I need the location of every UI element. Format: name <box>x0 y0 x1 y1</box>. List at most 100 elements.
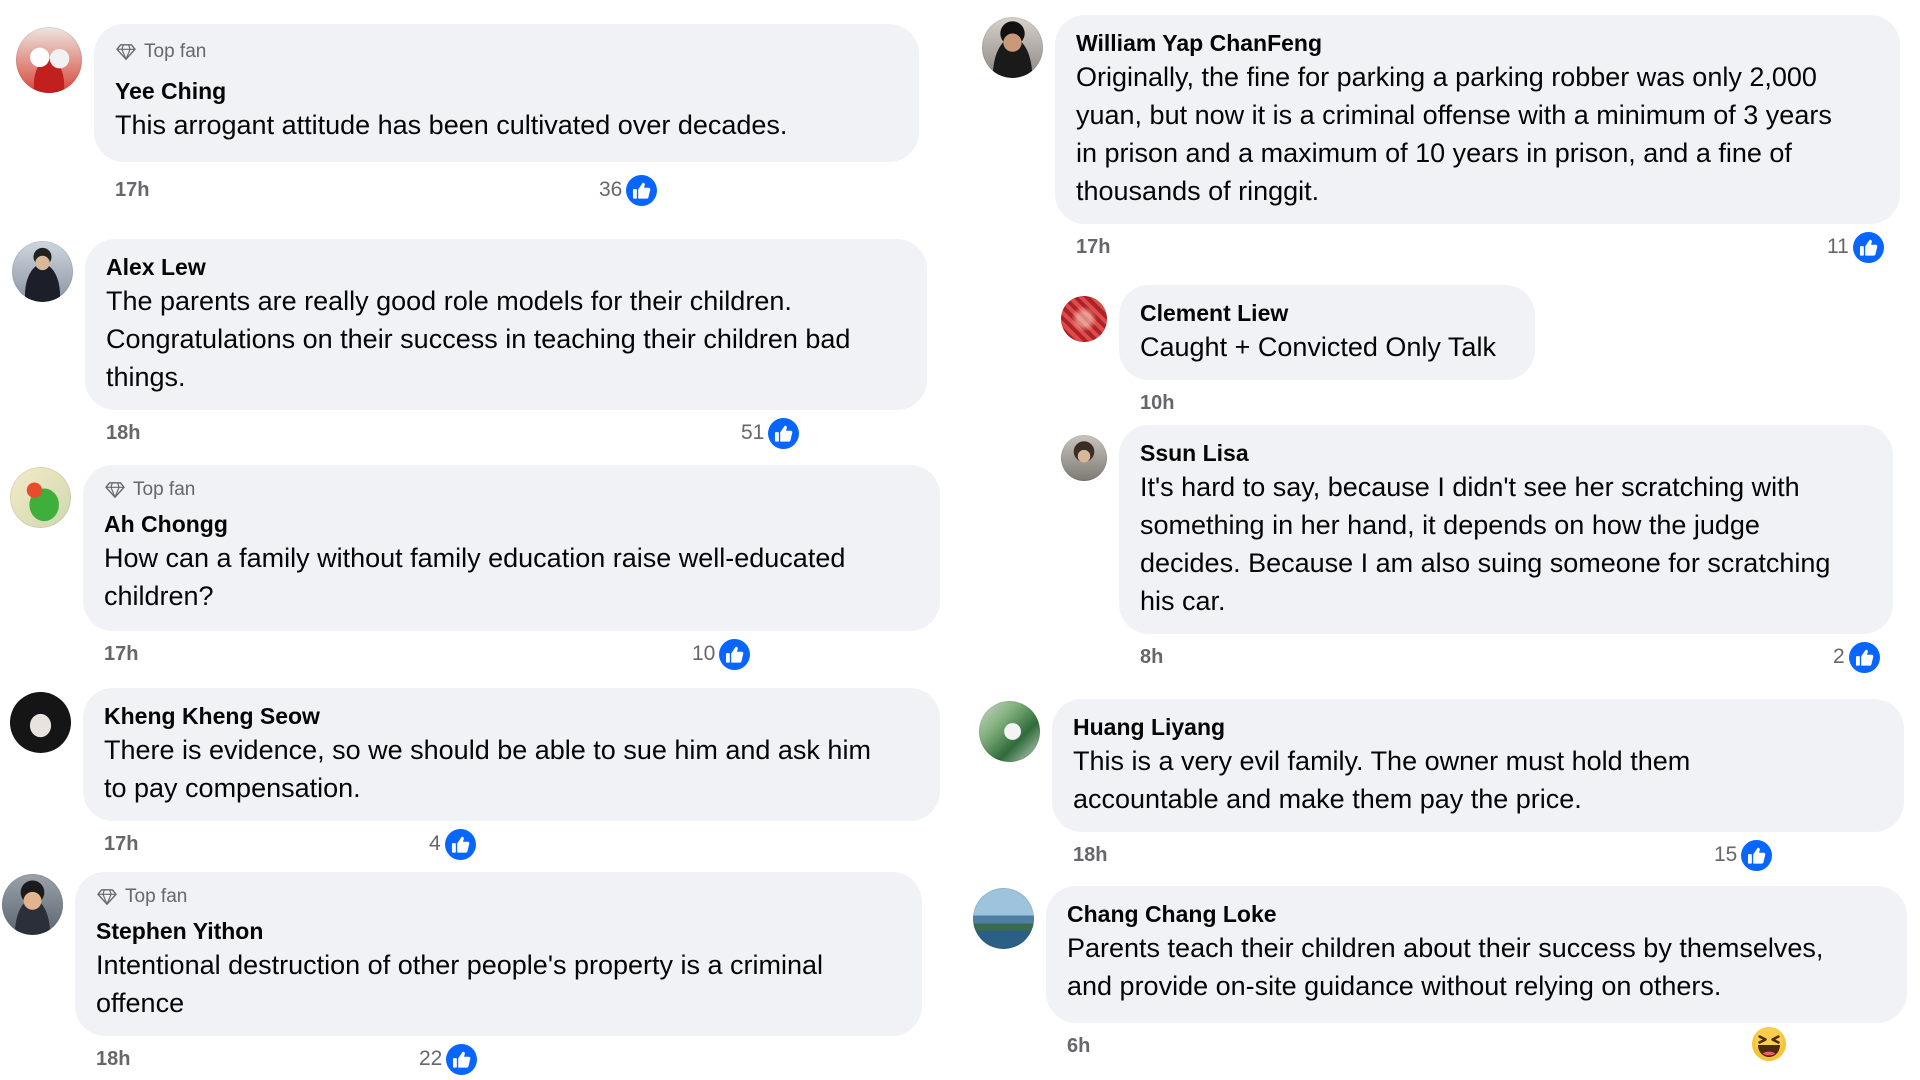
comment-bubble: Top fan Ah Chongg How can a family witho… <box>83 465 940 631</box>
avatar[interactable] <box>1061 435 1107 481</box>
comment-text-line: accountable and make them pay the price. <box>1073 784 1582 814</box>
comment-bubble: Ssun Lisa It's hard to say, because I di… <box>1119 425 1893 634</box>
comment: Kheng Kheng Seow There is evidence, so w… <box>10 688 940 860</box>
author-name[interactable]: Yee Ching <box>115 76 898 106</box>
top-fan-icon <box>104 481 126 499</box>
comment-body: Huang Liyang This is a very evil family.… <box>1052 699 1904 871</box>
like-icon <box>1852 231 1884 263</box>
author-name[interactable]: Clement Liew <box>1140 298 1514 328</box>
timestamp-link[interactable]: 6h <box>1067 1032 1090 1060</box>
comment-text: It's hard to say, because I didn't see h… <box>1140 468 1872 620</box>
comment-body: Alex Lew The parents are really good rol… <box>85 239 927 449</box>
comment-text-line: yuan, but now it is a criminal offense w… <box>1076 100 1832 130</box>
avatar[interactable] <box>10 467 71 528</box>
reaction-summary[interactable]: 36 <box>599 174 658 206</box>
timestamp-link[interactable]: 17h <box>115 176 149 204</box>
comment-body: Top fan Yee Ching This arrogant attitude… <box>94 24 919 206</box>
reaction-count: 4 <box>429 832 441 855</box>
comment: Top fan Stephen Yithon Intentional destr… <box>2 872 922 1075</box>
avatar[interactable] <box>2 874 63 935</box>
comment-meta: 17h 36 <box>94 174 919 206</box>
reaction-count: 22 <box>419 1047 443 1070</box>
comment-body: Top fan Stephen Yithon Intentional destr… <box>75 872 922 1075</box>
author-name[interactable]: Kheng Kheng Seow <box>104 701 919 731</box>
timestamp-link[interactable]: 8h <box>1140 643 1163 671</box>
comment-text-line: This is a very evil family. The owner mu… <box>1073 746 1691 776</box>
reaction-summary[interactable]: 51 <box>741 417 800 449</box>
avatar[interactable] <box>1061 296 1107 342</box>
badge-label: Top fan <box>133 479 196 500</box>
avatar[interactable] <box>10 692 71 753</box>
comment-meta: 17h 4 <box>83 828 940 860</box>
timestamp-link[interactable]: 17h <box>1076 233 1110 261</box>
comment: Top fan Yee Ching This arrogant attitude… <box>16 24 919 206</box>
reaction-summary[interactable] <box>1751 1026 1787 1062</box>
avatar[interactable] <box>979 701 1040 762</box>
reaction-count: 15 <box>1714 843 1738 866</box>
comment-bubble: Kheng Kheng Seow There is evidence, so w… <box>83 688 940 821</box>
timestamp-link[interactable]: 18h <box>106 419 140 447</box>
comment: Top fan Ah Chongg How can a family witho… <box>10 465 940 670</box>
timestamp-link[interactable]: 18h <box>1073 841 1107 869</box>
comment-text-line: The parents are really good role models … <box>106 286 792 316</box>
like-icon <box>446 1043 478 1075</box>
top-fan-icon <box>115 43 137 61</box>
comment-meta: 17h 11 <box>1055 231 1900 263</box>
comment-text-line: Intentional destruction of other people'… <box>96 950 824 980</box>
comment-meta: 18h 51 <box>85 417 927 449</box>
author-name[interactable]: Huang Liyang <box>1073 712 1883 742</box>
comment-text: There is evidence, so we should be able … <box>104 731 919 807</box>
comment-text-line: children? <box>104 581 214 611</box>
author-name[interactable]: Ah Chongg <box>104 509 919 539</box>
comment-bubble: Top fan Stephen Yithon Intentional destr… <box>75 872 922 1036</box>
reaction-summary[interactable]: 4 <box>429 828 476 860</box>
comment-text-line: something in her hand, it depends on how… <box>1140 510 1760 540</box>
comment-text: This is a very evil family. The owner mu… <box>1073 742 1883 818</box>
author-name[interactable]: William Yap ChanFeng <box>1076 28 1879 58</box>
timestamp-link[interactable]: 10h <box>1140 389 1174 417</box>
author-name[interactable]: Ssun Lisa <box>1140 438 1872 468</box>
comment-bubble: Top fan Yee Ching This arrogant attitude… <box>94 24 919 162</box>
timestamp-link[interactable]: 17h <box>104 640 138 668</box>
comment-body: Chang Chang Loke Parents teach their chi… <box>1046 886 1907 1062</box>
avatar[interactable] <box>982 17 1043 78</box>
comment-meta: 8h 2 <box>1119 641 1893 673</box>
author-name[interactable]: Stephen Yithon <box>96 916 901 946</box>
comment-text-line: There is evidence, so we should be able … <box>104 735 871 765</box>
comment-body: Top fan Ah Chongg How can a family witho… <box>83 465 940 670</box>
comment-text-line: decides. Because I am also suing someone… <box>1140 548 1831 578</box>
comment-text-line: Parents teach their children about their… <box>1067 933 1824 963</box>
comment-text-line: things. <box>106 362 186 392</box>
comment: William Yap ChanFeng Originally, the fin… <box>982 15 1900 263</box>
reaction-count: 10 <box>692 642 716 665</box>
timestamp-link[interactable]: 17h <box>104 830 138 858</box>
reaction-summary[interactable]: 11 <box>1827 231 1884 263</box>
author-name[interactable]: Chang Chang Loke <box>1067 899 1886 929</box>
avatar[interactable] <box>12 241 73 302</box>
author-name[interactable]: Alex Lew <box>106 252 906 282</box>
comment-text: This arrogant attitude has been cultivat… <box>115 106 898 144</box>
reaction-summary[interactable]: 22 <box>419 1043 478 1075</box>
like-icon <box>1741 839 1773 871</box>
avatar[interactable] <box>16 27 82 93</box>
reaction-summary[interactable]: 2 <box>1833 641 1880 673</box>
comment-text: How can a family without family educatio… <box>104 539 919 615</box>
comment-text-line: and provide on-site guidance without rel… <box>1067 971 1722 1001</box>
comment-text: The parents are really good role models … <box>106 282 906 396</box>
reaction-summary[interactable]: 15 <box>1714 839 1773 871</box>
comment: Alex Lew The parents are really good rol… <box>12 239 927 449</box>
comment-text-line: This arrogant attitude has been cultivat… <box>115 110 788 140</box>
comment-meta: 10h <box>1119 389 1535 417</box>
timestamp-link[interactable]: 18h <box>96 1045 130 1073</box>
comment-text-line: thousands of ringgit. <box>1076 176 1320 206</box>
comment-text: Caught + Convicted Only Talk <box>1140 328 1514 366</box>
comment-text: Intentional destruction of other people'… <box>96 946 901 1022</box>
comment-meta: 18h 15 <box>1052 839 1904 871</box>
reaction-summary[interactable]: 10 <box>692 638 751 670</box>
comment-text: Originally, the fine for parking a parki… <box>1076 58 1879 210</box>
comment-body: Ssun Lisa It's hard to say, because I di… <box>1119 425 1893 673</box>
reaction-count: 2 <box>1833 645 1845 668</box>
haha-icon <box>1751 1026 1787 1062</box>
avatar[interactable] <box>973 888 1034 949</box>
top-fan-badge: Top fan <box>115 38 898 66</box>
